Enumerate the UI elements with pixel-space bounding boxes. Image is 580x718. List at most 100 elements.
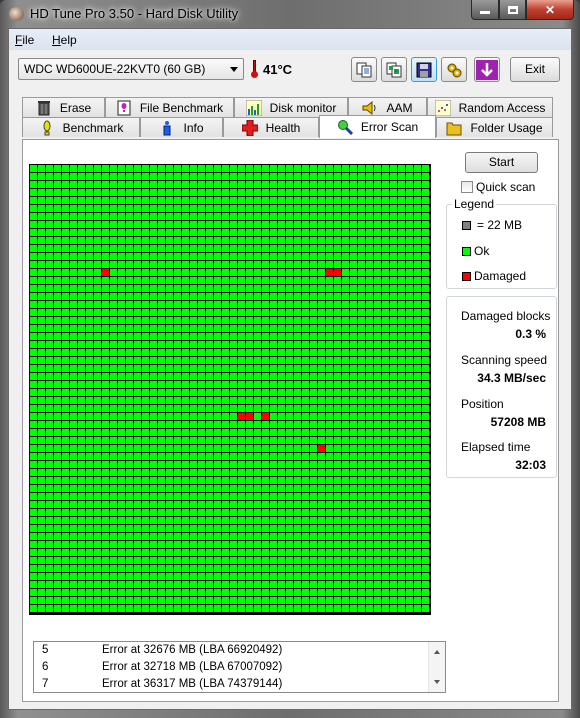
ok-block	[302, 573, 309, 580]
ok-block	[350, 189, 357, 196]
download-button[interactable]	[474, 57, 500, 82]
scroll-down-arrow-icon[interactable]	[434, 680, 440, 684]
quick-scan-checkbox[interactable]	[461, 181, 473, 193]
copy-screenshot-button[interactable]	[381, 57, 407, 82]
ok-block	[38, 229, 45, 236]
ok-block	[78, 549, 85, 556]
title-bar[interactable]: HD Tune Pro 3.50 - Hard Disk Utility ✕	[0, 0, 580, 28]
ok-block	[278, 253, 285, 260]
ok-block	[198, 421, 205, 428]
ok-block	[342, 421, 349, 428]
ok-block	[262, 453, 269, 460]
ok-block	[294, 245, 301, 252]
tab-health[interactable]: Health	[223, 117, 319, 137]
ok-block	[102, 397, 109, 404]
menu-help[interactable]: Help	[52, 33, 77, 47]
ok-block	[414, 445, 421, 452]
ok-block	[54, 565, 61, 572]
ok-block	[374, 501, 381, 508]
ok-block	[230, 485, 237, 492]
save-button[interactable]	[411, 57, 437, 82]
ok-block	[334, 229, 341, 236]
ok-block	[334, 445, 341, 452]
ok-block	[366, 477, 373, 484]
ok-block	[126, 365, 133, 372]
ok-block	[334, 309, 341, 316]
tab-file-benchmark[interactable]: File Benchmark	[105, 97, 234, 117]
ok-block	[254, 525, 261, 532]
ok-block	[222, 333, 229, 340]
ok-block	[174, 421, 181, 428]
tab-error-scan[interactable]: Error Scan	[319, 115, 436, 138]
ok-block	[350, 261, 357, 268]
error-log-list[interactable]: 5 Error at 32676 MB (LBA 66920492) 6 Err…	[33, 641, 446, 693]
ok-block	[134, 269, 141, 276]
tab-aam[interactable]: AAM	[348, 97, 427, 117]
menu-file[interactable]: File	[15, 33, 34, 47]
ok-block	[86, 573, 93, 580]
log-row[interactable]: 5 Error at 32676 MB (LBA 66920492)	[34, 642, 429, 659]
ok-block	[182, 357, 189, 364]
ok-block	[134, 285, 141, 292]
tab-info[interactable]: Info	[140, 117, 223, 137]
close-button[interactable]: ✕	[526, 0, 574, 20]
options-button[interactable]	[441, 57, 467, 82]
ok-block	[286, 173, 293, 180]
ok-block	[310, 397, 317, 404]
ok-block	[134, 533, 141, 540]
ok-block	[38, 405, 45, 412]
ok-block	[62, 381, 69, 388]
ok-block	[414, 573, 421, 580]
tab-random-access[interactable]: Random Access	[427, 97, 553, 117]
ok-block	[174, 325, 181, 332]
ok-block	[94, 173, 101, 180]
ok-block	[278, 381, 285, 388]
ok-block	[46, 181, 53, 188]
minimize-button[interactable]	[471, 0, 499, 20]
ok-block	[54, 301, 61, 308]
tab-erase[interactable]: Erase	[22, 97, 105, 117]
ok-block	[342, 605, 349, 612]
ok-block	[286, 397, 293, 404]
ok-block	[318, 557, 325, 564]
ok-block	[38, 589, 45, 596]
ok-block	[246, 333, 253, 340]
ok-block	[118, 597, 125, 604]
ok-block	[278, 405, 285, 412]
drive-select[interactable]: WDC WD600UE-22KVT0 (60 GB)	[18, 58, 244, 80]
ok-block	[406, 421, 413, 428]
ok-block	[190, 581, 197, 588]
ok-block	[398, 597, 405, 604]
tab-benchmark[interactable]: Benchmark	[22, 117, 140, 137]
ok-block	[366, 173, 373, 180]
ok-block	[198, 605, 205, 612]
tab-disk-monitor[interactable]: Disk monitor	[234, 97, 348, 117]
log-row[interactable]: 6 Error at 32718 MB (LBA 67007092)	[34, 659, 429, 676]
ok-block	[214, 165, 221, 172]
ok-block	[350, 213, 357, 220]
ok-block	[78, 397, 85, 404]
log-row[interactable]: 7 Error at 36317 MB (LBA 74379144)	[34, 676, 429, 693]
ok-block	[310, 285, 317, 292]
ok-block	[102, 557, 109, 564]
ok-block	[262, 405, 269, 412]
exit-button[interactable]: Exit	[510, 57, 560, 82]
ok-block	[302, 309, 309, 316]
copy-text-button[interactable]	[351, 57, 377, 82]
ok-block	[150, 581, 157, 588]
ok-block	[198, 301, 205, 308]
maximize-button[interactable]	[499, 0, 526, 20]
ok-block	[302, 277, 309, 284]
ok-block	[206, 509, 213, 516]
quick-scan-option[interactable]: Quick scan	[461, 180, 535, 194]
ok-block	[158, 549, 165, 556]
scroll-up-arrow-icon[interactable]	[434, 650, 440, 654]
ok-block	[414, 349, 421, 356]
log-scrollbar[interactable]	[428, 642, 445, 692]
ok-block	[142, 285, 149, 292]
tab-folder-usage[interactable]: Folder Usage	[436, 117, 553, 137]
ok-block	[46, 365, 53, 372]
ok-block	[134, 573, 141, 580]
ok-block	[342, 445, 349, 452]
start-button[interactable]: Start	[465, 152, 538, 173]
